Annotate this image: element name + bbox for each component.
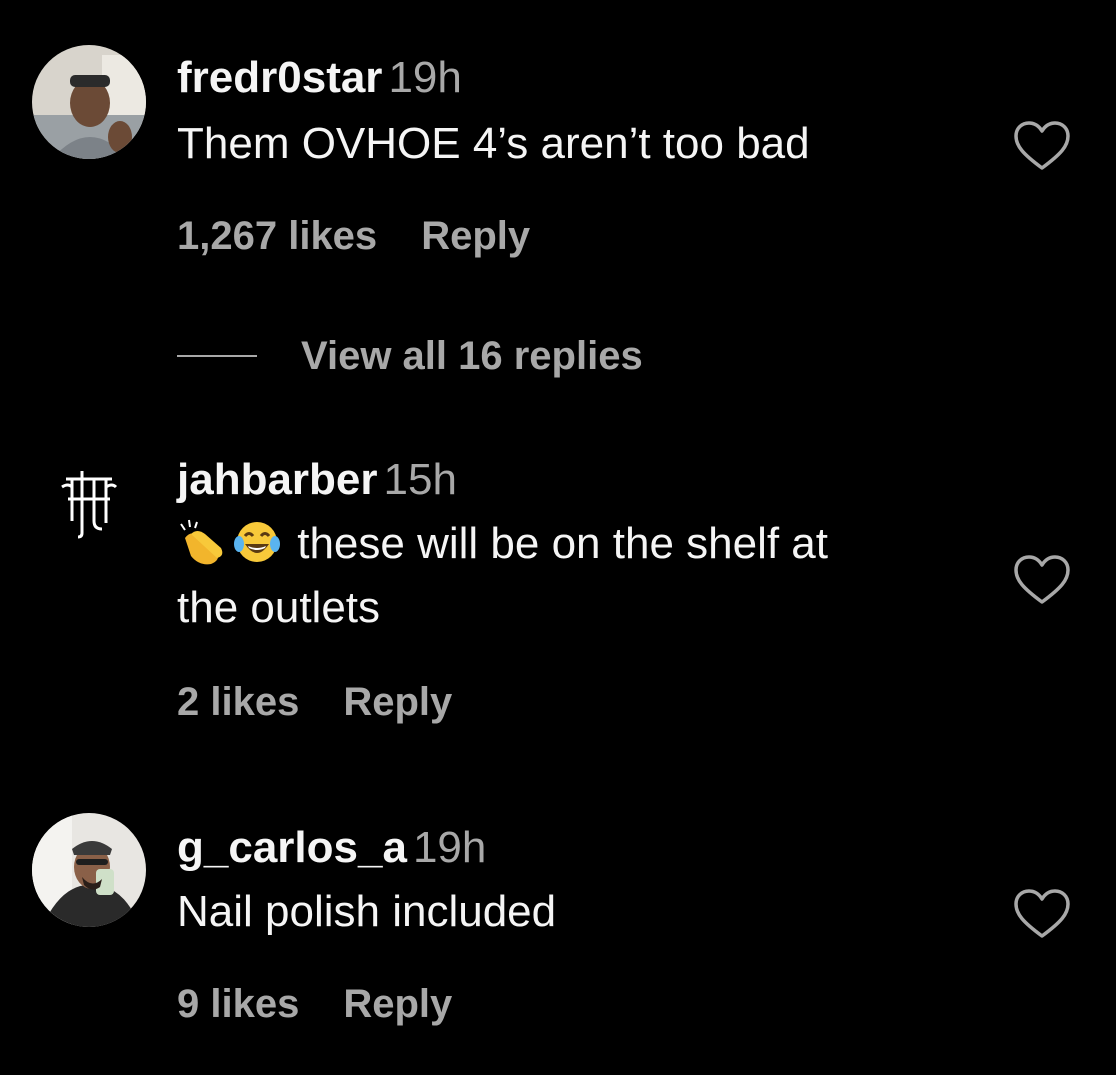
reply-button[interactable]: Reply	[421, 214, 530, 258]
comment-text: Nail polish included	[177, 887, 557, 936]
heart-icon[interactable]	[1013, 120, 1071, 172]
comment-meta: 9 likes Reply	[177, 980, 452, 1028]
username[interactable]: fredr0star	[177, 53, 382, 102]
username[interactable]: jahbarber	[177, 455, 378, 504]
avatar[interactable]	[32, 443, 146, 557]
view-replies-label: View all 16 replies	[301, 333, 643, 378]
profile-photo-icon	[32, 45, 146, 159]
heart-icon[interactable]	[1013, 554, 1071, 606]
timestamp: 19h	[388, 53, 462, 102]
username[interactable]: g_carlos_a	[177, 823, 407, 872]
comment-text-line1: these will be on the shelf at	[297, 519, 829, 568]
view-replies-button[interactable]: View all 16 replies	[177, 331, 643, 381]
comment-header: g_carlos_a 19h	[177, 822, 486, 874]
clapping-hands-icon	[180, 519, 223, 565]
monogram-logo-icon	[32, 443, 146, 557]
profile-photo-icon	[32, 813, 146, 927]
likes-count[interactable]: 2 likes	[177, 680, 299, 724]
comment-text-line2: the outlets	[177, 583, 381, 632]
likes-count[interactable]: 9 likes	[177, 982, 299, 1026]
reply-button[interactable]: Reply	[343, 982, 452, 1026]
heart-icon[interactable]	[1013, 888, 1071, 940]
comment-meta: 1,267 likes Reply	[177, 212, 530, 260]
likes-count[interactable]: 1,267 likes	[177, 214, 377, 258]
comment-header: fredr0star 19h	[177, 52, 462, 104]
reply-button[interactable]: Reply	[343, 680, 452, 724]
avatar[interactable]	[32, 813, 146, 927]
timestamp: 15h	[383, 455, 457, 504]
timestamp: 19h	[412, 823, 487, 872]
comment-text: these will be on the shelf at the outlet…	[177, 512, 967, 640]
comment-header: jahbarber 15h	[177, 454, 457, 506]
tears-of-joy-icon	[234, 522, 280, 562]
avatar[interactable]	[32, 45, 146, 159]
emoji-group	[177, 519, 285, 568]
divider-line	[177, 355, 257, 357]
comment-text: Them OVHOE 4’s aren’t too bad	[177, 119, 810, 168]
comment-meta: 2 likes Reply	[177, 678, 452, 726]
